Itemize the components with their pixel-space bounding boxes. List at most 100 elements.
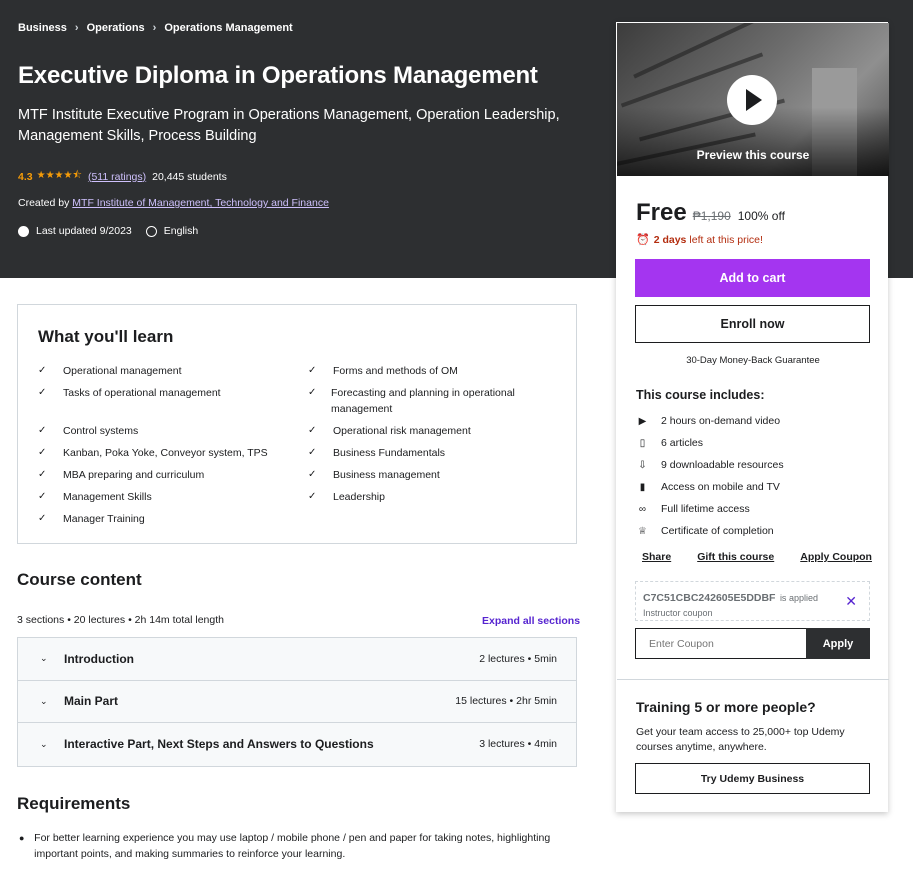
- breadcrumb: Business › Operations › Operations Manag…: [18, 22, 293, 34]
- learn-item: ✓ Control systems: [38, 425, 139, 437]
- check-icon: ✓: [308, 491, 317, 502]
- training-heading: Training 5 or more people?: [636, 699, 816, 715]
- chevron-down-icon: ⌄: [40, 738, 48, 749]
- globe-icon: [145, 225, 157, 237]
- chevron-right-icon: ›: [74, 22, 79, 34]
- learn-item: ✓ MBA preparing and curriculum: [38, 469, 205, 481]
- mobile-icon: ▮: [639, 481, 646, 493]
- add-to-cart-button[interactable]: Add to cart: [635, 259, 870, 297]
- section-row[interactable]: ⌄ Main Part 15 lectures • 2hr 5min: [18, 680, 576, 723]
- section-title: Main Part: [64, 694, 119, 709]
- include-item: ▯ 6 articles: [636, 437, 703, 449]
- section-title: Introduction: [64, 651, 134, 666]
- check-icon: ✓: [308, 469, 317, 480]
- sidebar-actions: Share Gift this course Apply Coupon: [642, 551, 872, 563]
- breadcrumb-item-operations[interactable]: Operations: [87, 22, 145, 34]
- section-info: 15 lectures • 2hr 5min: [455, 695, 557, 708]
- urgency-days: 2 days: [653, 233, 687, 246]
- close-icon[interactable]: ✕: [845, 593, 857, 610]
- language: English: [163, 225, 199, 237]
- check-icon: ✓: [38, 447, 47, 458]
- learn-item: ✓ Forecasting and planning in operational…: [308, 387, 515, 415]
- includes-heading: This course includes:: [636, 388, 765, 402]
- urgency-text: left at this price!: [689, 233, 763, 246]
- alarm-clock-icon: ⏰: [636, 234, 650, 246]
- divider: [617, 679, 889, 680]
- coupon-code: C7C51CBC242605E5DDBF: [643, 592, 776, 604]
- requirements-heading: Requirements: [17, 794, 131, 813]
- learn-item: ✓ Operational risk management: [308, 425, 471, 437]
- enroll-now-button[interactable]: Enroll now: [635, 305, 870, 343]
- check-icon: ✓: [308, 365, 317, 376]
- infinity-icon: ∞: [638, 503, 647, 515]
- course-preview[interactable]: Preview this course: [617, 23, 889, 176]
- section-title: Interactive Part, Next Steps and Answers…: [64, 737, 374, 752]
- course-meta: Last updated 9/2023 English: [18, 225, 198, 237]
- include-item: ▮ Access on mobile and TV: [636, 481, 780, 493]
- include-item: ⇩ 9 downloadable resources: [636, 459, 783, 471]
- gift-course-button[interactable]: Gift this course: [697, 551, 774, 563]
- alert-badge-icon: [18, 225, 29, 237]
- current-price: Free: [636, 199, 687, 226]
- section-info: 3 lectures • 4min: [479, 738, 557, 751]
- star-rating-icon: ★★★★⯪: [36, 170, 82, 181]
- learn-heading: What you'll learn: [38, 327, 174, 346]
- try-udemy-business-button[interactable]: Try Udemy Business: [635, 763, 870, 794]
- created-by-label: Created by: [18, 197, 70, 209]
- apply-coupon-link[interactable]: Apply Coupon: [800, 551, 872, 563]
- article-icon: ▯: [639, 437, 646, 449]
- learn-item: ✓ Manager Training: [38, 513, 145, 525]
- download-icon: ⇩: [638, 459, 647, 471]
- learn-item: ✓ Tasks of operational management: [38, 387, 221, 399]
- applied-coupon: C7C51CBC242605E5DDBF is applied Instruct…: [635, 581, 870, 621]
- rating-value: 4.3: [18, 170, 33, 183]
- check-icon: ✓: [308, 425, 317, 436]
- coupon-applied-text: is applied: [779, 593, 818, 603]
- check-icon: ✓: [38, 491, 47, 502]
- check-icon: ✓: [38, 469, 47, 480]
- learn-item: ✓ Forms and methods of OM: [308, 365, 458, 377]
- learn-item: ✓ Business Fundamentals: [308, 447, 446, 459]
- original-price: ₱1,190: [692, 209, 731, 223]
- learn-item: ✓ Operational management: [38, 365, 182, 377]
- chevron-down-icon: ⌄: [40, 695, 48, 706]
- what-youll-learn: What you'll learn ✓ Operational managemen…: [17, 304, 577, 544]
- price-urgency: ⏰ 2 days left at this price!: [636, 233, 763, 247]
- created-by: Created by MTF Institute of Management, …: [18, 197, 329, 209]
- coupon-source: Instructor coupon: [643, 608, 713, 618]
- trophy-icon: ♕: [638, 525, 647, 537]
- rating-row: 4.3 ★★★★⯪ (511 ratings) 20,445 students: [18, 168, 227, 185]
- section-row[interactable]: ⌄ Interactive Part, Next Steps and Answe…: [18, 723, 576, 766]
- coupon-input[interactable]: [635, 628, 806, 659]
- check-icon: ✓: [308, 447, 317, 458]
- check-icon: ✓: [38, 387, 47, 398]
- section-row[interactable]: ⌄ Introduction 2 lectures • 5min: [18, 638, 576, 681]
- learn-item: ✓ Kanban, Poka Yoke, Conveyor system, TPS: [38, 447, 268, 459]
- last-updated: Last updated 9/2023: [36, 225, 132, 237]
- preview-label: Preview this course: [696, 148, 810, 162]
- learn-item: ✓ Business management: [308, 469, 440, 481]
- bullet-icon: ●: [19, 833, 25, 843]
- course-content-summary: 3 sections • 20 lectures • 2h 14m total …: [17, 614, 224, 626]
- breadcrumb-item-operations-management[interactable]: Operations Management: [164, 22, 292, 34]
- check-icon: ✓: [38, 425, 47, 436]
- apply-coupon-button[interactable]: Apply: [806, 628, 870, 659]
- check-icon: ✓: [308, 387, 317, 398]
- play-icon[interactable]: [727, 75, 777, 125]
- check-icon: ✓: [38, 365, 47, 376]
- section-info: 2 lectures • 5min: [479, 652, 557, 665]
- include-item: ∞ Full lifetime access: [636, 503, 750, 515]
- share-button[interactable]: Share: [642, 551, 671, 563]
- instructor-link[interactable]: MTF Institute of Management, Technology …: [72, 197, 329, 209]
- money-back-guarantee: 30-Day Money-Back Guarantee: [686, 355, 820, 366]
- course-subtitle: MTF Institute Executive Program in Opera…: [18, 107, 560, 144]
- expand-all-sections-button[interactable]: Expand all sections: [482, 615, 580, 627]
- learn-item: ✓ Leadership: [308, 491, 385, 503]
- course-sections-accordion: ⌄ Introduction 2 lectures • 5min ⌄ Main …: [17, 637, 577, 767]
- chevron-right-icon: ›: [152, 22, 157, 34]
- ratings-link[interactable]: (511 ratings): [88, 171, 146, 183]
- price-row: Free ₱1,190 100% off: [636, 199, 785, 227]
- breadcrumb-item-business[interactable]: Business: [18, 22, 67, 34]
- training-text: Get your team access to 25,000+ top Udem…: [636, 726, 845, 753]
- video-icon: ▶: [638, 415, 647, 427]
